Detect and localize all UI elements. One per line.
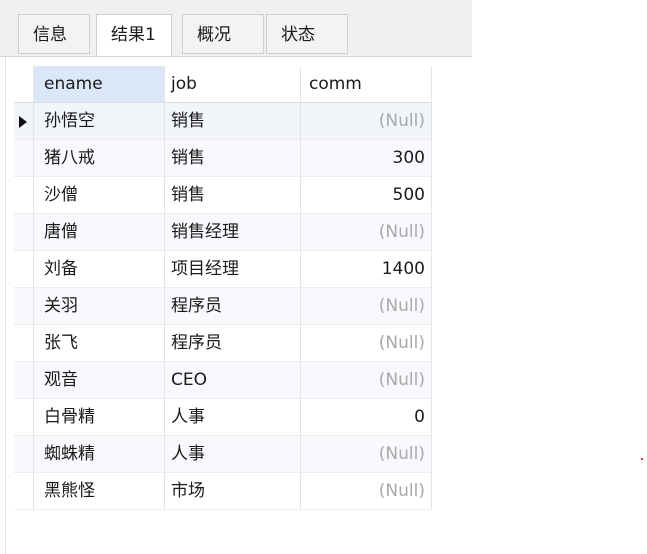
- row-indicator[interactable]: [14, 177, 34, 214]
- cell-comm[interactable]: (Null): [301, 362, 432, 399]
- table-row[interactable]: 张飞 程序员 (Null): [14, 325, 432, 362]
- cell-comm[interactable]: (Null): [301, 214, 432, 251]
- row-indicator[interactable]: [14, 473, 34, 510]
- cell-comm[interactable]: (Null): [301, 473, 432, 510]
- cell-ename[interactable]: 沙僧: [34, 177, 165, 214]
- table-row[interactable]: 观音 CEO (Null): [14, 362, 432, 399]
- row-indicator[interactable]: [14, 103, 34, 140]
- cell-job[interactable]: 销售: [165, 177, 301, 214]
- stray-dot: [641, 458, 643, 460]
- tab-overview[interactable]: 概况: [182, 14, 264, 54]
- cell-ename[interactable]: 唐僧: [34, 214, 165, 251]
- table-row[interactable]: 蜘蛛精 人事 (Null): [14, 436, 432, 473]
- tab-status[interactable]: 状态: [266, 14, 348, 54]
- row-indicator[interactable]: [14, 140, 34, 177]
- cell-job[interactable]: 人事: [165, 399, 301, 436]
- cell-ename[interactable]: 刘备: [34, 251, 165, 288]
- cell-job[interactable]: 市场: [165, 473, 301, 510]
- table-row[interactable]: 白骨精 人事 0: [14, 399, 432, 436]
- grid-header-row: ename job comm: [14, 66, 432, 103]
- cell-job[interactable]: 销售经理: [165, 214, 301, 251]
- cell-ename[interactable]: 张飞: [34, 325, 165, 362]
- table-row[interactable]: 关羽 程序员 (Null): [14, 288, 432, 325]
- grid-body: 孙悟空 销售 (Null) 猪八戒 销售 300 沙僧 销售 500 唐僧 销售经理 (Null) 刘备…: [14, 103, 432, 510]
- row-indicator[interactable]: [14, 436, 34, 473]
- cell-job[interactable]: 项目经理: [165, 251, 301, 288]
- row-indicator[interactable]: [14, 325, 34, 362]
- panel-left-border: [5, 56, 6, 554]
- result-grid[interactable]: ename job comm 孙悟空 销售 (Null) 猪八戒 销售 300 沙僧 销售 50…: [14, 66, 432, 510]
- row-indicator[interactable]: [14, 399, 34, 436]
- table-row[interactable]: 刘备 项目经理 1400: [14, 251, 432, 288]
- cell-comm[interactable]: 500: [301, 177, 432, 214]
- column-header-comm[interactable]: comm: [301, 66, 432, 103]
- cell-job[interactable]: 销售: [165, 140, 301, 177]
- table-row[interactable]: 黑熊怪 市场 (Null): [14, 473, 432, 510]
- cell-ename[interactable]: 观音: [34, 362, 165, 399]
- cell-ename[interactable]: 黑熊怪: [34, 473, 165, 510]
- row-indicator[interactable]: [14, 251, 34, 288]
- tab-result-1[interactable]: 结果1: [96, 14, 172, 56]
- current-row-arrow-icon: [19, 116, 27, 128]
- cell-ename[interactable]: 蜘蛛精: [34, 436, 165, 473]
- cell-comm[interactable]: (Null): [301, 288, 432, 325]
- column-header-ename[interactable]: ename: [34, 66, 165, 103]
- cell-job[interactable]: 销售: [165, 103, 301, 140]
- table-row[interactable]: 唐僧 销售经理 (Null): [14, 214, 432, 251]
- tab-info[interactable]: 信息: [18, 14, 90, 54]
- cell-job[interactable]: CEO: [165, 362, 301, 399]
- table-row[interactable]: 猪八戒 销售 300: [14, 140, 432, 177]
- row-indicator-header: [14, 66, 34, 103]
- row-indicator[interactable]: [14, 362, 34, 399]
- cell-job[interactable]: 程序员: [165, 325, 301, 362]
- cell-ename[interactable]: 关羽: [34, 288, 165, 325]
- column-header-job[interactable]: job: [165, 66, 301, 103]
- table-row[interactable]: 沙僧 销售 500: [14, 177, 432, 214]
- cell-ename[interactable]: 猪八戒: [34, 140, 165, 177]
- row-indicator[interactable]: [14, 214, 34, 251]
- cell-job[interactable]: 人事: [165, 436, 301, 473]
- cell-comm[interactable]: (Null): [301, 103, 432, 140]
- cell-comm[interactable]: 300: [301, 140, 432, 177]
- result-tab-bar: 信息 结果1 概况 状态: [0, 8, 472, 57]
- row-indicator[interactable]: [14, 288, 34, 325]
- top-strip: [0, 0, 472, 8]
- cell-comm[interactable]: (Null): [301, 436, 432, 473]
- cell-ename[interactable]: 孙悟空: [34, 103, 165, 140]
- cell-comm[interactable]: (Null): [301, 325, 432, 362]
- table-row[interactable]: 孙悟空 销售 (Null): [14, 103, 432, 140]
- cell-ename[interactable]: 白骨精: [34, 399, 165, 436]
- cell-comm[interactable]: 0: [301, 399, 432, 436]
- cell-job[interactable]: 程序员: [165, 288, 301, 325]
- cell-comm[interactable]: 1400: [301, 251, 432, 288]
